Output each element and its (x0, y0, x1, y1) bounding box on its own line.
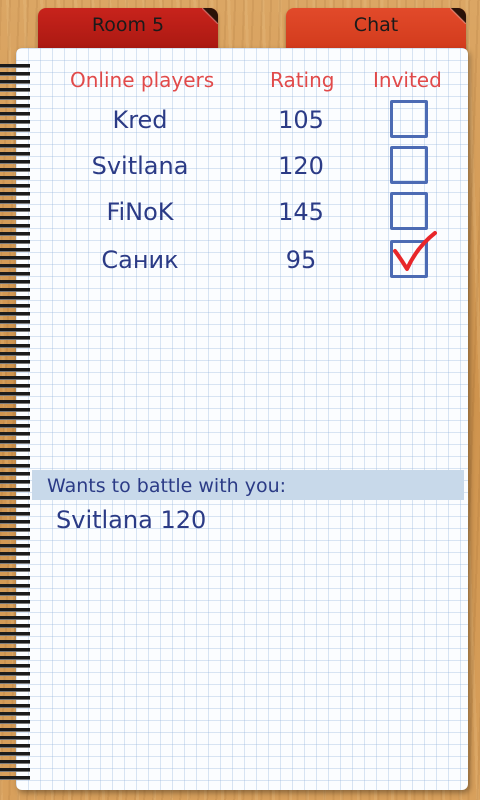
player-rating: 105 (278, 106, 324, 134)
invite-checkbox[interactable] (390, 146, 428, 184)
tab-chat[interactable]: Chat (286, 8, 466, 52)
header-invited: Invited (373, 68, 442, 92)
header-rating: Rating (270, 68, 335, 92)
tab-corner-fold (202, 8, 218, 24)
red-check-icon (393, 231, 437, 271)
tab-room[interactable]: Room 5 (38, 8, 218, 52)
player-row[interactable]: Svitlana 120 (0, 146, 480, 190)
player-row[interactable]: Саник 95 (0, 231, 480, 284)
header-online-players: Online players (70, 68, 215, 92)
battle-request-entry[interactable]: Svitlana 120 (56, 506, 206, 534)
player-name: FiNoK (106, 198, 174, 226)
player-name: Kred (112, 106, 168, 134)
player-rating: 145 (278, 198, 324, 226)
player-rating: 95 (285, 246, 317, 274)
tab-room-label: Room 5 (91, 14, 165, 36)
player-row[interactable]: Kred 105 (0, 100, 480, 144)
invite-checkbox[interactable] (390, 192, 428, 230)
player-name: Саник (101, 246, 179, 274)
tab-corner-fold (450, 8, 466, 24)
player-name: Svitlana (91, 152, 189, 180)
battle-request-label: Wants to battle with you: (47, 475, 287, 497)
invite-checkbox[interactable] (390, 100, 428, 138)
invite-checkbox-checked[interactable] (390, 231, 437, 278)
tab-chat-label: Chat (353, 14, 399, 36)
player-rating: 120 (278, 152, 324, 180)
